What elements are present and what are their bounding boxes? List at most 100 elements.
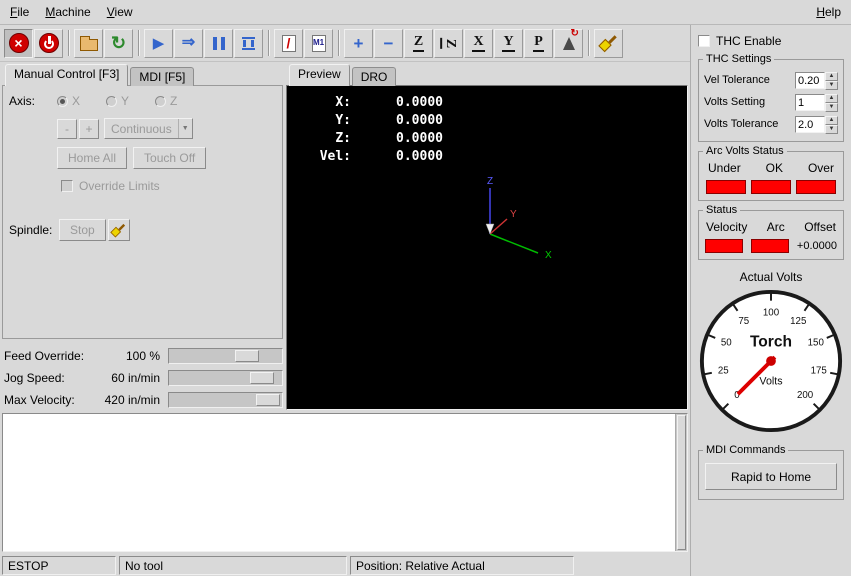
step-button[interactable]: ⇒ <box>174 29 203 58</box>
axis-y-label: Y <box>121 94 129 108</box>
thc-enable-checkbox[interactable] <box>698 35 710 47</box>
tab-dro[interactable]: DRO <box>352 67 397 86</box>
thc-settings-title: THC Settings <box>703 53 774 65</box>
home-all-button[interactable]: Home All <box>57 147 127 169</box>
jog-speed-slider[interactable] <box>168 370 283 386</box>
manual-control-panel: Manual Control [F3] MDI [F5] Axis: X <box>0 62 284 410</box>
stop-button[interactable] <box>234 29 263 58</box>
under-label: Under <box>708 161 741 175</box>
touch-off-button[interactable]: Touch Off <box>133 147 206 169</box>
estop-icon: × <box>9 33 29 53</box>
stop-icon <box>242 37 255 50</box>
dro-z-label: Z: <box>303 130 351 148</box>
jog-minus-button[interactable]: - <box>57 119 77 139</box>
spin-up-icon[interactable]: ▲ <box>825 94 838 103</box>
gcode-preview-canvas[interactable]: X:0.0000 Y:0.0000 Z:0.0000 Vel:0.0000 Z … <box>286 85 688 410</box>
axis-x-label: X <box>72 94 80 108</box>
machine-power-button[interactable] <box>34 29 63 58</box>
pause-button[interactable] <box>204 29 233 58</box>
run-button[interactable]: ▶ <box>144 29 173 58</box>
pause-icon <box>213 37 225 50</box>
tab-preview[interactable]: Preview <box>289 64 350 86</box>
reload-icon: ↻ <box>111 34 126 52</box>
rapid-to-home-button[interactable]: Rapid to Home <box>705 463 837 490</box>
zoom-in-icon: + <box>354 35 364 52</box>
status-group: Status Velocity Arc Offset +0.0000 <box>698 210 844 260</box>
view-perspective-icon: P <box>533 35 544 52</box>
toolbar-separator <box>138 30 140 56</box>
volts-tolerance-value[interactable]: 2.0 <box>795 116 825 133</box>
slider-thumb[interactable] <box>235 350 259 362</box>
max-velocity-slider[interactable] <box>168 392 283 408</box>
statusbar: ESTOP No tool Position: Relative Actual <box>0 554 690 576</box>
jog-plus-button[interactable]: + <box>79 119 99 139</box>
slider-thumb[interactable] <box>250 372 274 384</box>
gcode-listing[interactable] <box>2 413 688 552</box>
volts-tolerance-spinbox[interactable]: 2.0 ▲▼ <box>795 116 838 133</box>
spin-down-icon[interactable]: ▼ <box>825 125 838 134</box>
reload-button[interactable]: ↻ <box>104 29 133 58</box>
dro-vel-value: 0.0000 <box>351 148 443 166</box>
slider-thumb[interactable] <box>256 394 280 406</box>
spin-down-icon[interactable]: ▼ <box>825 81 838 90</box>
view-z-rotated-button[interactable]: Z <box>434 29 463 58</box>
view-x-button[interactable]: X <box>464 29 493 58</box>
axis-y-radio[interactable]: Y <box>106 94 129 108</box>
spindle-brush-button[interactable] <box>108 219 130 241</box>
dro-readout: X:0.0000 Y:0.0000 Z:0.0000 Vel:0.0000 <box>303 94 443 166</box>
ok-label: OK <box>766 161 783 175</box>
ok-indicator <box>751 180 791 194</box>
estop-button[interactable]: × <box>4 29 33 58</box>
menu-view[interactable]: View <box>99 1 141 23</box>
optional-pause-button[interactable]: M1 <box>304 29 333 58</box>
spindle-label: Spindle: <box>9 223 57 237</box>
app-window: File Machine View Help × ↻ <box>0 0 851 576</box>
toolbar-separator <box>588 30 590 56</box>
thc-settings-group: THC Settings Vel Tolerance 0.20 ▲▼ Volts… <box>698 59 844 142</box>
menu-machine[interactable]: Machine <box>37 1 98 23</box>
tab-mdi[interactable]: MDI [F5] <box>130 67 194 86</box>
vel-tolerance-spinbox[interactable]: 0.20 ▲▼ <box>795 72 838 89</box>
view-y-button[interactable]: Y <box>494 29 523 58</box>
vel-tolerance-value[interactable]: 0.20 <box>795 72 825 89</box>
spin-up-icon[interactable]: ▲ <box>825 72 838 81</box>
skip-lines-button[interactable]: / <box>274 29 303 58</box>
toolbar-separator <box>268 30 270 56</box>
radio-icon <box>155 96 166 107</box>
brush-icon <box>600 35 617 52</box>
gauge-tick-25: 25 <box>718 366 729 377</box>
view-z-button[interactable]: Z <box>404 29 433 58</box>
volts-setting-spinbox[interactable]: 1 ▲▼ <box>795 94 838 111</box>
feed-override-slider[interactable] <box>168 348 283 364</box>
volts-setting-value[interactable]: 1 <box>795 94 825 111</box>
menu-file[interactable]: File <box>2 1 37 23</box>
spin-up-icon[interactable]: ▲ <box>825 116 838 125</box>
gauge-tick-200: 200 <box>797 390 814 401</box>
override-limits-checkbox[interactable] <box>61 180 73 192</box>
axis-z-radio[interactable]: Z <box>155 94 177 108</box>
scrollbar-thumb[interactable] <box>677 415 686 550</box>
radio-icon <box>106 96 117 107</box>
feed-override-label: Feed Override: <box>2 349 98 363</box>
clear-plot-button[interactable] <box>594 29 623 58</box>
thc-panel: THC Enable THC Settings Vel Tolerance 0.… <box>690 25 851 576</box>
menu-help[interactable]: Help <box>808 1 849 23</box>
skip-lines-icon: / <box>282 35 296 52</box>
axis-x-radio[interactable]: X <box>57 94 80 108</box>
view-z-rotated-icon: Z <box>440 37 457 48</box>
tab-manual-control[interactable]: Manual Control [F3] <box>5 64 128 86</box>
spindle-stop-button[interactable]: Stop <box>59 219 106 241</box>
left-tabbar: Manual Control [F3] MDI [F5] <box>2 64 283 86</box>
view-perspective-button[interactable]: P <box>524 29 553 58</box>
zoom-out-button[interactable]: − <box>374 29 403 58</box>
under-indicator <box>706 180 746 194</box>
open-file-button[interactable] <box>74 29 103 58</box>
menubar: File Machine View Help <box>0 0 851 25</box>
view-x-icon: X <box>472 35 484 52</box>
spin-down-icon[interactable]: ▼ <box>825 103 838 112</box>
jog-mode-select[interactable]: Continuous ▼ <box>104 118 193 139</box>
zoom-in-button[interactable]: + <box>344 29 373 58</box>
scrollbar[interactable] <box>675 414 687 551</box>
rotate-view-button[interactable]: ↻ <box>554 29 583 58</box>
y-axis-label: Y <box>510 209 517 220</box>
